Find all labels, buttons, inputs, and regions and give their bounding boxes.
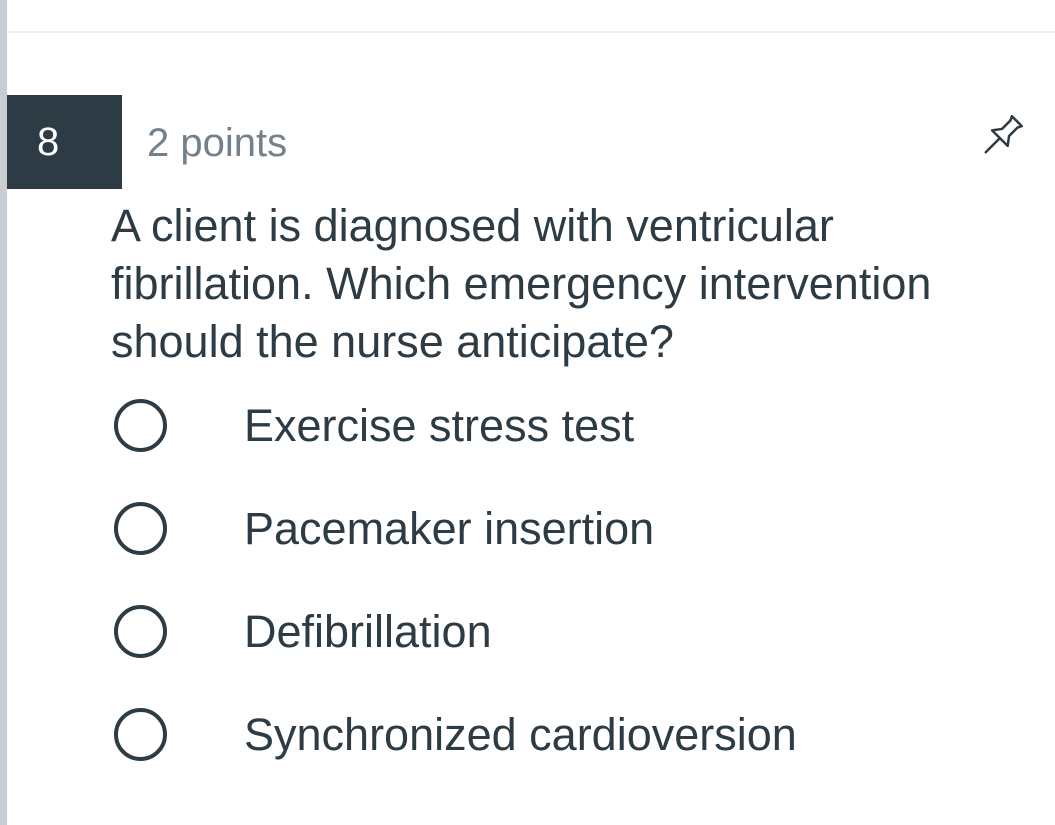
- answer-label[interactable]: Exercise stress test: [244, 395, 634, 457]
- page-left-border: [0, 0, 7, 825]
- answer-option[interactable]: Pacemaker insertion: [111, 498, 1011, 601]
- radio-button[interactable]: [114, 502, 167, 555]
- radio-button[interactable]: [114, 605, 167, 658]
- answer-option[interactable]: Exercise stress test: [111, 395, 1011, 498]
- answer-label[interactable]: Defibrillation: [244, 601, 492, 663]
- question-text: A client is diagnosed with ventricular f…: [111, 200, 932, 367]
- quiz-question: 8 2 points A client is diagnosed with ve…: [7, 95, 1055, 825]
- answer-option[interactable]: Synchronized cardioversion: [111, 704, 1011, 807]
- question-number: 8: [7, 95, 122, 189]
- question-points: 2 points: [147, 121, 288, 165]
- answer-label[interactable]: Synchronized cardioversion: [244, 704, 797, 766]
- radio-button[interactable]: [114, 399, 167, 452]
- radio-button[interactable]: [114, 708, 167, 761]
- answer-list: Exercise stress test Pacemaker insertion…: [111, 395, 1011, 807]
- question-divider: [7, 31, 1055, 33]
- answer-label[interactable]: Pacemaker insertion: [244, 498, 654, 560]
- pin-icon: [984, 114, 1024, 154]
- answer-option[interactable]: Defibrillation: [111, 601, 1011, 704]
- pin-question-button[interactable]: [975, 109, 1029, 163]
